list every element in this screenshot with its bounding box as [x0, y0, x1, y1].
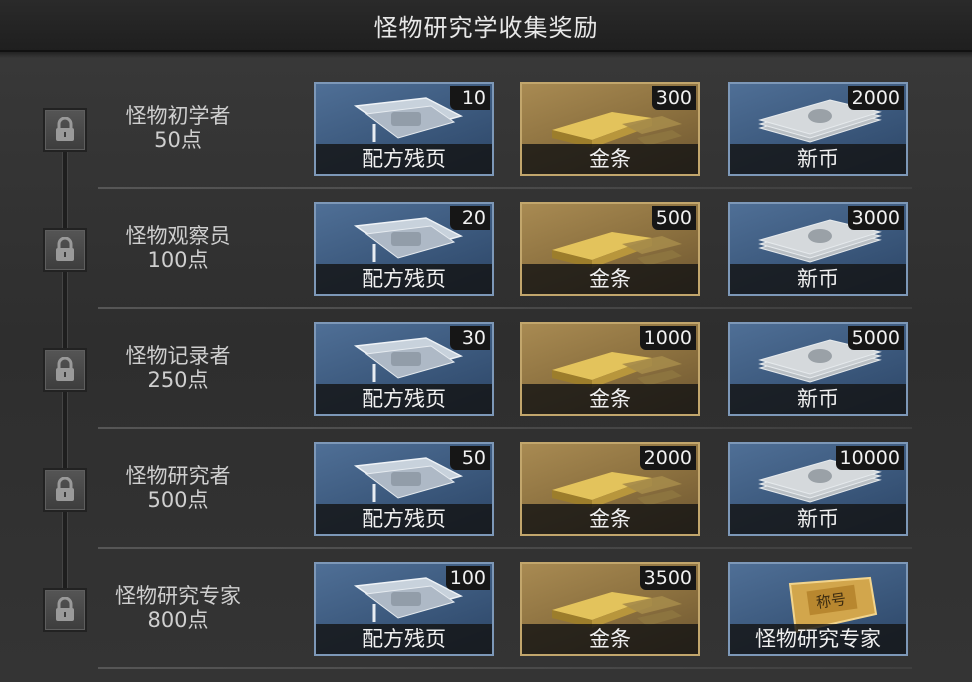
- tier-row: 怪物研究专家 800点 100 配方残页 3500 金条 称号 怪物研究专家: [0, 560, 972, 680]
- reward-card-recipe[interactable]: 50 配方残页: [314, 442, 494, 536]
- reward-label: 金条: [522, 264, 698, 294]
- reward-label: 配方残页: [316, 144, 492, 174]
- padlock-icon: [43, 588, 87, 632]
- reward-card-recipe[interactable]: 100 配方残页: [314, 562, 494, 656]
- row-divider: [98, 427, 912, 429]
- reward-label: 金条: [522, 144, 698, 174]
- row-divider: [98, 667, 912, 669]
- reward-label: 配方残页: [316, 264, 492, 294]
- reward-card-gold[interactable]: 1000 金条: [520, 322, 700, 416]
- reward-label: 金条: [522, 384, 698, 414]
- reward-quantity: 3000: [847, 206, 904, 230]
- reward-card-title[interactable]: 称号怪物研究专家: [728, 562, 908, 656]
- tier-name: 怪物研究专家: [115, 584, 241, 608]
- reward-label: 新币: [730, 504, 906, 534]
- row-divider: [98, 307, 912, 309]
- reward-label: 新币: [730, 384, 906, 414]
- tier-name: 怪物观察员: [125, 224, 231, 248]
- tier-row: 怪物记录者 250点 30 配方残页 1000 金条 5000 新币: [0, 320, 972, 440]
- padlock-icon: [43, 108, 87, 152]
- reward-label: 新币: [730, 264, 906, 294]
- ticket-text: 称号: [814, 589, 848, 612]
- row-divider: [98, 187, 912, 189]
- reward-quantity: 20: [450, 206, 490, 230]
- reward-card-recipe[interactable]: 20 配方残页: [314, 202, 494, 296]
- reward-card-money[interactable]: 5000 新币: [728, 322, 908, 416]
- page-title: 怪物研究学收集奖励: [373, 13, 599, 42]
- tier-row: 怪物观察员 100点 20 配方残页 500 金条 3000 新币: [0, 200, 972, 320]
- tier-points: 800点: [147, 608, 209, 632]
- tier-name: 怪物初学者: [125, 104, 231, 128]
- reward-label: 配方残页: [316, 624, 492, 654]
- header-shadow: [0, 52, 972, 58]
- reward-quantity: 5000: [847, 326, 904, 350]
- reward-label: 配方残页: [316, 504, 492, 534]
- reward-label: 怪物研究专家: [730, 624, 906, 654]
- reward-label: 配方残页: [316, 384, 492, 414]
- reward-card-money[interactable]: 10000 新币: [728, 442, 908, 536]
- tier-points: 100点: [147, 248, 209, 272]
- tier-points: 250点: [147, 368, 209, 392]
- reward-card-gold[interactable]: 300 金条: [520, 82, 700, 176]
- reward-label: 金条: [522, 624, 698, 654]
- tier-name: 怪物研究者: [125, 464, 231, 488]
- tier-rank: 怪物研究者 500点: [98, 464, 258, 512]
- reward-quantity: 1000: [639, 326, 696, 350]
- reward-quantity: 10: [450, 86, 490, 110]
- reward-card-gold[interactable]: 500 金条: [520, 202, 700, 296]
- reward-quantity: 500: [651, 206, 696, 230]
- padlock-icon: [43, 468, 87, 512]
- tier-rank: 怪物观察员 100点: [98, 224, 258, 272]
- row-divider: [98, 547, 912, 549]
- reward-quantity: 2000: [639, 446, 696, 470]
- reward-quantity: 3500: [639, 566, 696, 590]
- tier-rank: 怪物记录者 250点: [98, 344, 258, 392]
- padlock-icon: [43, 228, 87, 272]
- reward-card-gold[interactable]: 2000 金条: [520, 442, 700, 536]
- header-bar: 怪物研究学收集奖励: [0, 0, 972, 52]
- reward-card-recipe[interactable]: 10 配方残页: [314, 82, 494, 176]
- reward-card-recipe[interactable]: 30 配方残页: [314, 322, 494, 416]
- reward-quantity: 2000: [847, 86, 904, 110]
- tier-row: 怪物初学者 50点 10 配方残页 300 金条 2000 新币: [0, 80, 972, 200]
- reward-quantity: 100: [445, 566, 490, 590]
- reward-card-money[interactable]: 3000 新币: [728, 202, 908, 296]
- padlock-icon: [43, 348, 87, 392]
- tier-points: 50点: [154, 128, 202, 152]
- reward-card-money[interactable]: 2000 新币: [728, 82, 908, 176]
- reward-quantity: 300: [651, 86, 696, 110]
- tier-points: 500点: [147, 488, 209, 512]
- tier-row: 怪物研究者 500点 50 配方残页 2000 金条 10000 新币: [0, 440, 972, 560]
- tier-rank: 怪物初学者 50点: [98, 104, 258, 152]
- reward-quantity: 10000: [835, 446, 904, 470]
- reward-card-gold[interactable]: 3500 金条: [520, 562, 700, 656]
- reward-quantity: 30: [450, 326, 490, 350]
- tier-rank: 怪物研究专家 800点: [98, 584, 258, 632]
- tier-name: 怪物记录者: [125, 344, 231, 368]
- reward-label: 新币: [730, 144, 906, 174]
- reward-quantity: 50: [450, 446, 490, 470]
- reward-label: 金条: [522, 504, 698, 534]
